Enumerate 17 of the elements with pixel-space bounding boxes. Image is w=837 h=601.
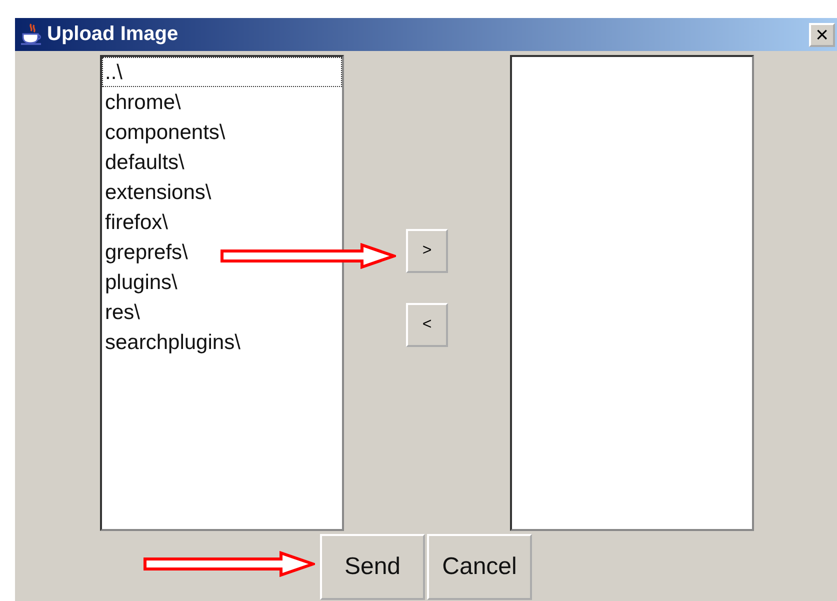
- folder-item[interactable]: res\: [102, 297, 144, 327]
- cancel-button[interactable]: Cancel: [427, 534, 532, 600]
- add-button[interactable]: >: [406, 229, 448, 273]
- close-button[interactable]: ×: [809, 22, 835, 46]
- folder-item[interactable]: defaults\: [102, 147, 188, 177]
- folder-item[interactable]: plugins\: [102, 267, 180, 297]
- cup-icon: [19, 22, 43, 46]
- folder-item[interactable]: searchplugins\: [102, 327, 244, 357]
- folder-item[interactable]: chrome\: [102, 87, 184, 117]
- folder-item[interactable]: firefox\: [102, 207, 172, 237]
- send-button[interactable]: Send: [320, 534, 425, 600]
- folder-item[interactable]: components\: [102, 117, 228, 147]
- folder-item[interactable]: extensions\: [102, 177, 214, 207]
- folder-item[interactable]: ..\: [102, 57, 342, 87]
- remove-button[interactable]: <: [406, 303, 448, 347]
- window-title: Upload Image: [47, 23, 180, 46]
- folder-item[interactable]: greprefs\: [102, 237, 191, 267]
